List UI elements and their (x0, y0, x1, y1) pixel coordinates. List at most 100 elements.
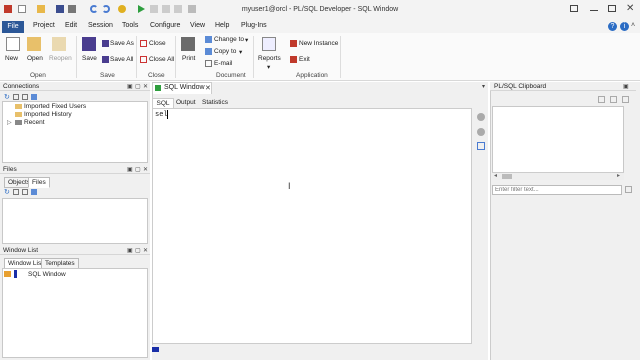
connections-pin-icon[interactable]: ▣ (127, 83, 133, 90)
menu-help[interactable]: Help (215, 22, 229, 29)
copy-to-button[interactable]: Copy to (214, 48, 236, 55)
menu-configure[interactable]: Configure (150, 22, 180, 29)
clipboard-pin-icon[interactable]: ▣ (623, 83, 629, 90)
editor-tab-statistics[interactable]: Statistics (202, 99, 228, 106)
save-button[interactable]: Save (82, 55, 97, 62)
menu-session[interactable]: Session (88, 22, 113, 29)
clipboard-paste-icon[interactable] (610, 96, 617, 103)
exit-icon (290, 56, 297, 63)
options-quick-icon[interactable] (188, 5, 196, 13)
open-quick-icon[interactable] (37, 5, 45, 13)
sql-window-tab-close-icon[interactable]: ✕ (205, 84, 211, 92)
info-icon[interactable]: i (620, 22, 629, 31)
help-icon[interactable]: ? (608, 22, 617, 31)
ribbon-separator (175, 36, 176, 78)
window-list-item-sql-window[interactable]: SQL Window (28, 271, 66, 278)
new-instance-button[interactable]: New Instance (299, 40, 338, 47)
files-float-icon[interactable]: ▢ (135, 166, 141, 173)
nav-down-icon[interactable] (477, 128, 485, 136)
restore-window-icon[interactable] (570, 5, 578, 12)
new-button[interactable]: New (5, 55, 18, 62)
ribbon-separator (136, 36, 137, 78)
nav-up-icon[interactable] (477, 113, 485, 121)
clipboard-menu-icon[interactable]: ▾ (482, 83, 485, 90)
execute-quick-icon[interactable] (138, 5, 145, 13)
break-quick-icon[interactable] (150, 5, 158, 13)
open-button[interactable]: Open (27, 55, 43, 62)
window-list-float-icon[interactable]: ▢ (135, 247, 141, 254)
menu-project[interactable]: Project (33, 22, 55, 29)
files-title: Files (3, 166, 17, 173)
maximize-icon[interactable] (608, 5, 616, 12)
key-quick-icon[interactable] (118, 5, 126, 13)
change-to-dropdown-icon[interactable]: ▾ (245, 36, 248, 44)
close-all-button[interactable]: Close All (149, 56, 174, 63)
scroll-thumb[interactable] (502, 174, 512, 179)
app-icon (4, 5, 12, 13)
group-open-label: Open (30, 72, 46, 79)
redo-quick-icon[interactable] (102, 5, 110, 13)
menu-plugins[interactable]: Plug-Ins (241, 22, 267, 29)
menu-file[interactable]: File (2, 21, 24, 33)
menu-view[interactable]: View (190, 22, 205, 29)
menu-tools[interactable]: Tools (122, 22, 138, 29)
scroll-right-icon[interactable]: ▸ (617, 172, 620, 179)
editor-tab-sql[interactable]: SQL (152, 98, 174, 108)
tree-item-imported-history[interactable]: Imported History (24, 111, 72, 118)
connections-close-icon[interactable]: ✕ (143, 83, 148, 90)
rollback-quick-icon[interactable] (174, 5, 182, 13)
save-as-button[interactable]: Save As (110, 40, 134, 47)
email-button[interactable]: E-mail (214, 60, 232, 67)
files-close-icon[interactable]: ✕ (143, 166, 148, 173)
collapse-ribbon-icon[interactable]: ˄ (631, 22, 635, 29)
new-quick-icon[interactable] (18, 5, 26, 13)
minimize-icon[interactable] (590, 10, 598, 11)
files-collapse-icon[interactable] (22, 189, 28, 195)
right-edge-scrollbar[interactable] (636, 82, 640, 360)
clipboard-clear-icon[interactable] (622, 96, 629, 103)
menu-edit[interactable]: Edit (65, 22, 77, 29)
editor-tab-output[interactable]: Output (176, 99, 196, 106)
copy-to-dropdown-icon[interactable]: ▾ (239, 48, 242, 56)
close-window-icon[interactable]: ✕ (626, 3, 634, 14)
clipboard-copy-icon[interactable] (598, 96, 605, 103)
files-connect-icon[interactable] (31, 189, 37, 195)
tree-item-recent[interactable]: Recent (24, 119, 45, 126)
reports-button[interactable]: Reports (258, 55, 281, 62)
expand-icon[interactable] (13, 94, 19, 100)
ribbon-separator (76, 36, 77, 78)
window-list-close-icon[interactable]: ✕ (143, 247, 148, 254)
close-button[interactable]: Close (149, 40, 166, 47)
exit-button[interactable]: Exit (299, 56, 310, 63)
print-icon (181, 37, 195, 51)
refresh-icon[interactable]: ↻ (4, 93, 10, 101)
filter-options-icon[interactable] (625, 186, 632, 193)
files-pin-icon[interactable]: ▣ (127, 166, 133, 173)
commit-quick-icon[interactable] (162, 5, 170, 13)
save-quick-icon[interactable] (56, 5, 64, 13)
save-all-button[interactable]: Save All (110, 56, 134, 63)
tab-files[interactable]: Files (28, 177, 50, 188)
scroll-left-icon[interactable]: ◂ (494, 172, 497, 179)
window-list-pin-icon[interactable]: ▣ (127, 247, 133, 254)
undo-quick-icon[interactable] (90, 5, 98, 13)
connections-float-icon[interactable]: ▢ (135, 83, 141, 90)
clipboard-filter-input[interactable] (492, 185, 622, 195)
sql-editor[interactable] (152, 108, 472, 344)
reports-dropdown-icon[interactable]: ▾ (267, 63, 270, 71)
connect-icon[interactable] (31, 94, 37, 100)
tree-item-imported-fixed-users[interactable]: Imported Fixed Users (24, 103, 86, 110)
sql-editor-text: sel (155, 111, 168, 119)
link-icon[interactable] (477, 142, 485, 150)
sql-window-tab-icon (155, 85, 161, 91)
print-quick-icon[interactable] (68, 5, 76, 13)
change-to-button[interactable]: Change to (214, 36, 244, 43)
files-refresh-icon[interactable]: ↻ (4, 188, 10, 196)
print-button[interactable]: Print (182, 55, 195, 62)
files-expand-icon[interactable] (13, 189, 19, 195)
expand-arrow-icon[interactable]: ▷ (7, 119, 12, 126)
files-tree (2, 198, 148, 244)
reopen-button[interactable]: Reopen (49, 55, 72, 62)
clipboard-list (492, 106, 624, 180)
collapse-icon[interactable] (22, 94, 28, 100)
